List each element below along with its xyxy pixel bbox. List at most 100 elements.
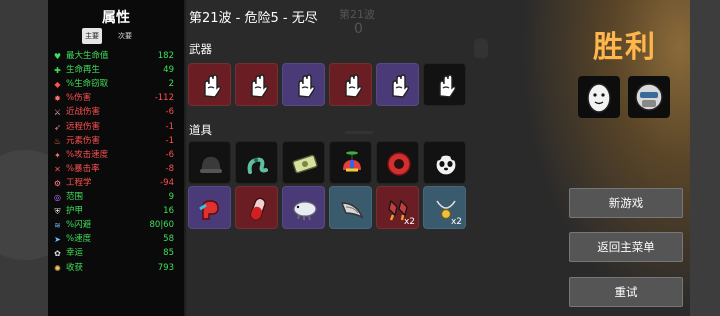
stat-label: %生命窃取 [66, 79, 109, 90]
stat-row: ✚ 生命再生 49 [52, 63, 180, 77]
stat-row: ➤ %速度 58 [52, 232, 180, 246]
stat-row: ⛨ 护甲 16 [52, 204, 180, 218]
tab-primary-stats[interactable]: 主要 [82, 28, 102, 44]
divider [345, 131, 373, 134]
tentacle-icon [236, 142, 279, 185]
crit-icon: ✕ [54, 164, 61, 174]
damage-icon: ✸ [54, 94, 61, 104]
hand-weapon-icon [377, 64, 420, 107]
stat-value: 793 [157, 262, 174, 273]
armor-icon: ⛨ [54, 207, 61, 217]
tardigrade-icon [283, 187, 326, 230]
item-slot[interactable] [329, 141, 372, 184]
stat-value: -94 [160, 177, 174, 188]
weapon-slot[interactable] [376, 63, 419, 106]
stat-label: %速度 [66, 234, 92, 245]
item-slot[interactable] [188, 186, 231, 229]
weapon-slot[interactable] [423, 63, 466, 106]
weapons-title: 武器 [189, 42, 212, 56]
melee-icon: ⚔ [53, 108, 62, 118]
banknote-icon [283, 142, 326, 185]
stat-value: 2 [168, 79, 174, 90]
wave-title: 第21波 - 危险5 - 无尽 [189, 11, 318, 26]
stat-label: 远程伤害 [66, 121, 101, 132]
background-right-edge [690, 0, 720, 316]
stat-value: 9 [168, 192, 174, 202]
item-slot[interactable] [423, 141, 466, 184]
harvesting-icon: ✺ [54, 263, 61, 273]
stat-row: ⚔ 近战伤害 -6 [52, 105, 180, 119]
item-slot[interactable] [235, 141, 278, 184]
horn-icon [330, 187, 373, 230]
panda-icon [424, 142, 467, 185]
weapon-slot[interactable] [235, 63, 278, 106]
stat-label: 收获 [66, 262, 84, 273]
character-portrait-masked[interactable] [628, 76, 670, 118]
stat-label: %暴击率 [66, 163, 100, 174]
stat-value: -8 [165, 163, 174, 174]
weapon-slot[interactable] [329, 63, 372, 106]
new-game-button[interactable]: 新游戏 [569, 188, 683, 218]
item-slot[interactable]: x2 [376, 186, 419, 229]
range-icon: ◎ [54, 193, 61, 202]
weapon-slot[interactable] [282, 63, 325, 106]
stat-label: 近战伤害 [66, 107, 101, 118]
item-slot[interactable] [376, 141, 419, 184]
stat-value: 85 [163, 248, 174, 259]
item-slot[interactable] [235, 186, 278, 229]
background-counter: 0 [354, 21, 363, 37]
retry-button[interactable]: 重试 [569, 277, 683, 307]
stat-row: ♨ 元素伤害 -1 [52, 134, 180, 148]
stat-value: 182 [157, 51, 174, 61]
background-wave-label: 第21波 [339, 8, 375, 21]
stat-value: 58 [163, 234, 174, 245]
tab-secondary-stats[interactable]: 次要 [115, 28, 135, 44]
weapon-slot[interactable] [188, 63, 231, 106]
item-slot[interactable] [282, 141, 325, 184]
stat-value: 16 [163, 206, 174, 217]
potion-vial-icon [236, 187, 279, 230]
stat-row: ➶ 远程伤害 -1 [52, 120, 180, 134]
luck-icon: ✿ [54, 249, 61, 259]
hand-weapon-icon [330, 64, 373, 107]
victory-title: 胜利 [593, 30, 657, 65]
stat-label: %攻击速度 [66, 149, 109, 160]
stat-value: -1 [165, 121, 174, 132]
stat-label: 幸运 [66, 248, 84, 259]
stat-value: -1 [165, 135, 174, 146]
stat-label: 元素伤害 [66, 135, 101, 146]
stat-row: ⚙ 工程学 -94 [52, 176, 180, 190]
stat-value: -6 [165, 107, 174, 118]
stat-value: 49 [163, 65, 174, 76]
item-slot[interactable] [282, 186, 325, 229]
stat-row: ≋ %闪避 80|60 [52, 218, 180, 232]
stat-row: ✺ 收获 793 [52, 261, 180, 275]
stat-label: 工程学 [66, 177, 92, 188]
background-figure [474, 38, 488, 58]
hand-weapon-icon [189, 64, 232, 107]
background-left [0, 0, 80, 316]
attack-speed-icon: ✦ [54, 150, 61, 160]
masked-character-icon [635, 83, 663, 111]
item-slot[interactable] [329, 186, 372, 229]
propeller-hat-icon [330, 142, 373, 185]
character-portrait-egg[interactable] [578, 76, 620, 118]
item-slot[interactable] [188, 141, 231, 184]
boxing-glove-icon [189, 187, 232, 230]
stat-label: 护甲 [66, 206, 84, 217]
dodge-icon: ≋ [54, 221, 61, 231]
item-slot[interactable]: x2 [423, 186, 466, 229]
stat-row: ◆ %生命窃取 2 [52, 77, 180, 91]
regen-icon: ✚ [54, 66, 61, 76]
item-quantity: x2 [450, 217, 462, 227]
heart-icon: ♥ [53, 52, 62, 61]
main-menu-button[interactable]: 返回主菜单 [569, 232, 683, 262]
stat-row: ✦ %攻击速度 -6 [52, 148, 180, 162]
egg-character-icon [587, 83, 611, 113]
stat-label: 生命再生 [66, 65, 101, 76]
stat-label: 最大生命值 [66, 51, 109, 61]
stat-row: ✿ 幸运 85 [52, 246, 180, 260]
stat-row: ◎ 范围 9 [52, 190, 180, 204]
hand-weapon-icon [236, 64, 279, 107]
stat-value: -6 [165, 149, 174, 160]
